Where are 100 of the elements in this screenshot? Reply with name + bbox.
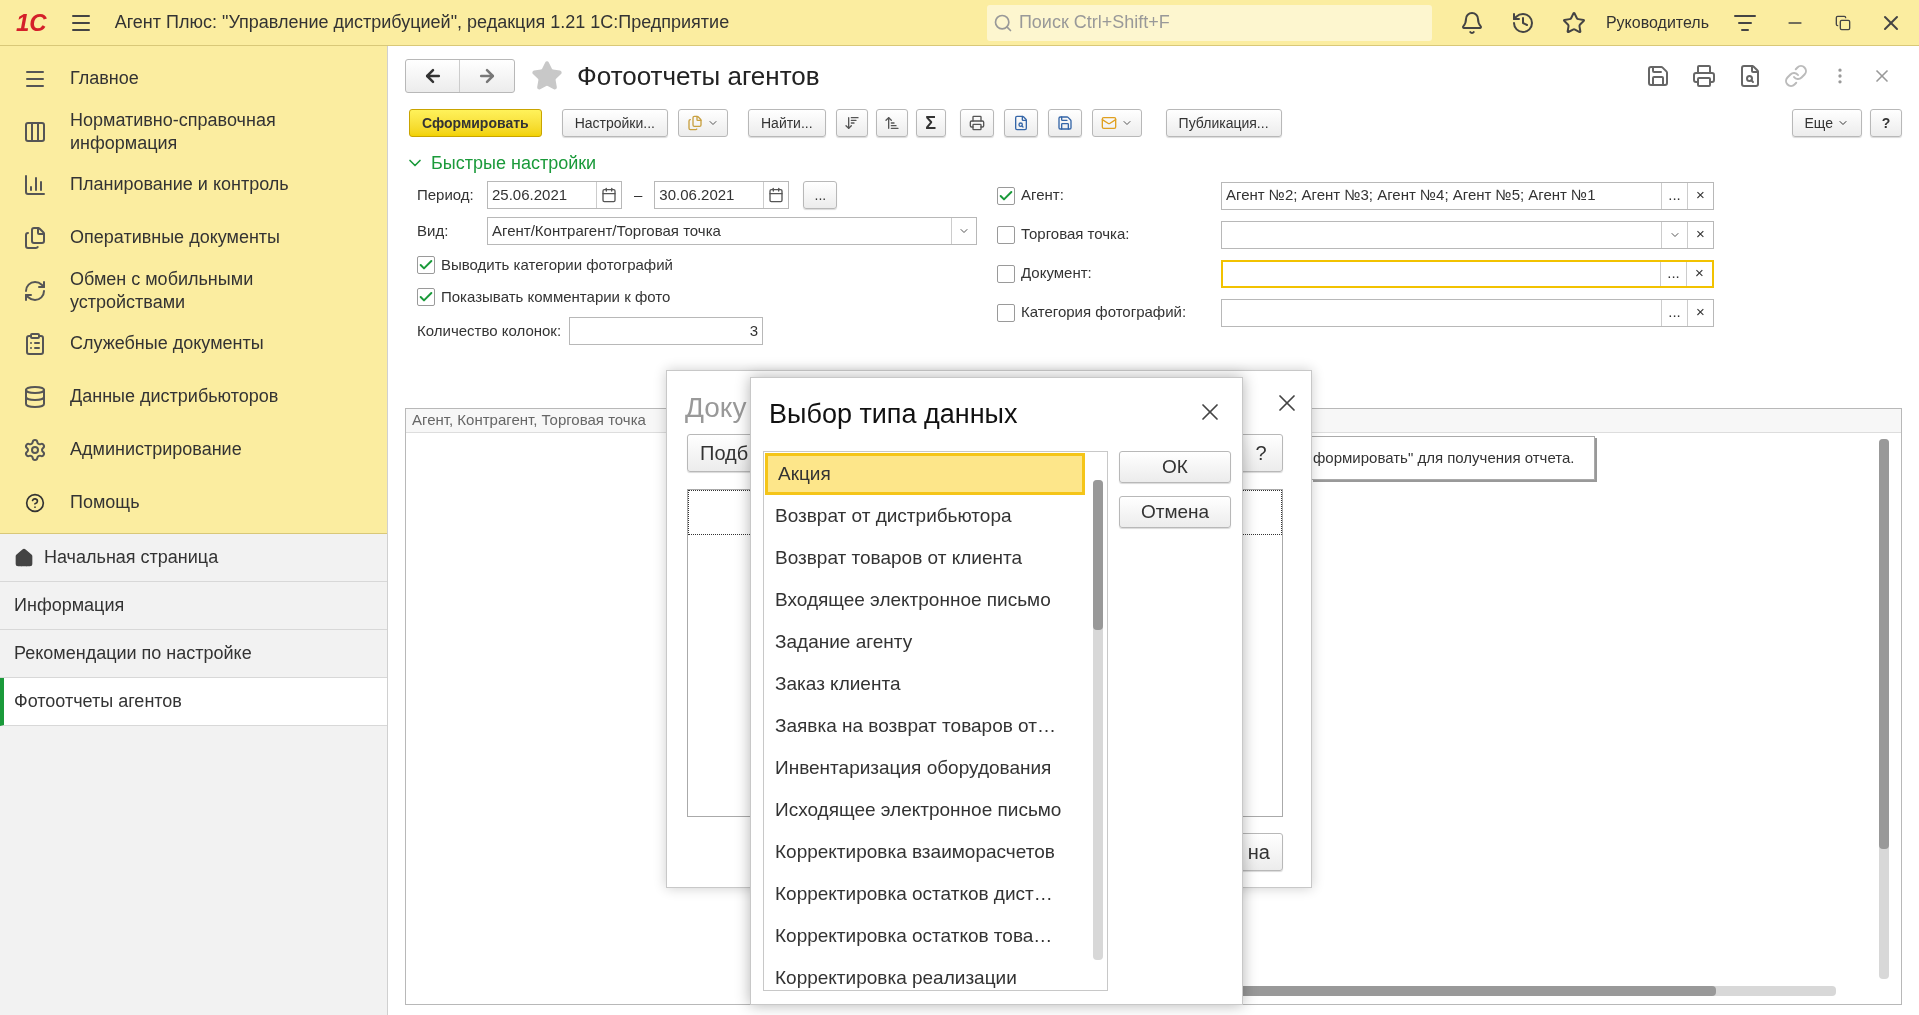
- preview-icon: [1012, 115, 1029, 131]
- toolbar-button[interactable]: Найти...: [748, 109, 826, 137]
- clipboard-icon: [23, 331, 47, 356]
- checkbox-label[interactable]: Агент:: [1021, 184, 1221, 207]
- checkbox[interactable]: [997, 264, 1015, 283]
- type-list-item[interactable]: Заявка на возврат товаров от…: [765, 705, 1085, 747]
- help-button[interactable]: ?: [1870, 109, 1902, 137]
- checkbox-label[interactable]: Категория фотографий:: [1021, 301, 1221, 324]
- section-item[interactable]: Главное: [70, 67, 310, 90]
- section-item[interactable]: Служебные документы: [70, 332, 310, 355]
- settings-icon: [23, 437, 47, 462]
- user-name[interactable]: Руководитель: [1605, 10, 1709, 35]
- filter-field[interactable]: ... ×: [1221, 298, 1714, 327]
- form-title: Фотоотчеты агентов: [577, 59, 820, 93]
- list-scrollbar[interactable]: [1093, 480, 1103, 960]
- choose-button[interactable]: ...: [1661, 299, 1687, 326]
- search-field[interactable]: Поиск Ctrl+Shift+F: [986, 4, 1432, 41]
- choose-button[interactable]: ...: [1660, 261, 1686, 286]
- choose-period-button[interactable]: ...: [803, 181, 838, 209]
- date-field[interactable]: 25.06.2021: [487, 181, 622, 209]
- field-label: Вид:: [417, 220, 450, 241]
- clear-button[interactable]: ×: [1687, 182, 1713, 209]
- type-list-item[interactable]: Акция: [765, 453, 1085, 495]
- clear-button[interactable]: ×: [1687, 299, 1713, 326]
- bell-icon[interactable]: [1459, 10, 1484, 35]
- app-title: Агент Плюс: "Управление дистрибуцией", редакция 1.21 1С:Предприятие: [114, 11, 730, 34]
- type-list-item[interactable]: Корректировка взаиморасчетов: [765, 831, 1085, 873]
- checkbox-label[interactable]: Торговая точка:: [1021, 223, 1221, 246]
- print-icon[interactable]: [1692, 64, 1716, 88]
- bar-chart-icon: [23, 172, 47, 197]
- toolbar-button[interactable]: Публикация...: [1165, 109, 1282, 137]
- restore-icon[interactable]: [1835, 14, 1851, 31]
- calendar-icon[interactable]: [768, 187, 785, 203]
- toolbar-button[interactable]: Настройки...: [561, 109, 668, 137]
- checkbox-label[interactable]: Документ:: [1021, 262, 1221, 285]
- print-button[interactable]: [959, 109, 994, 137]
- save-icon[interactable]: [1646, 64, 1670, 88]
- dialog-title: Доку: [685, 391, 747, 425]
- type-list-item[interactable]: Возврат товаров от клиента: [765, 537, 1085, 579]
- checkbox[interactable]: [997, 186, 1015, 205]
- columns-count-field[interactable]: 3: [569, 317, 764, 345]
- checkbox-label[interactable]: Показывать комментарии к фото: [441, 285, 671, 309]
- section-item[interactable]: Помощь: [70, 491, 310, 514]
- period-separator: –: [634, 184, 643, 205]
- section-item[interactable]: Администрирование: [70, 438, 310, 461]
- cancel-button[interactable]: Отмена: [1119, 496, 1231, 528]
- type-list-item[interactable]: Корректировка остатков дист…: [765, 873, 1085, 915]
- type-list-item[interactable]: Входящее электронное письмо: [765, 579, 1085, 621]
- type-list-item[interactable]: Заказ клиента: [765, 663, 1085, 705]
- favorite-star-icon[interactable]: [531, 60, 563, 92]
- checkbox-label[interactable]: Выводить категории фотографий: [441, 253, 673, 277]
- clear-button[interactable]: ×: [1686, 261, 1712, 286]
- history-icon[interactable]: [1510, 10, 1535, 35]
- type-list-item[interactable]: Инвентаризация оборудования: [765, 747, 1085, 789]
- type-list-item[interactable]: Возврат от дистрибьютора: [765, 495, 1085, 537]
- checkbox[interactable]: [417, 256, 435, 274]
- clear-button[interactable]: ×: [1687, 221, 1713, 248]
- documents-icon: [23, 225, 47, 250]
- choose-button[interactable]: ...: [1661, 182, 1687, 209]
- type-list[interactable]: [763, 451, 1108, 991]
- field-label: Количество колонок:: [417, 320, 562, 341]
- sum-button[interactable]: Σ: [915, 109, 946, 137]
- section-item[interactable]: Планирование и контроль: [70, 173, 310, 196]
- open-page-tab[interactable]: Фотоотчеты агентов: [0, 678, 387, 726]
- type-list-item[interactable]: Корректировка реализации: [765, 957, 1085, 990]
- view-select[interactable]: Агент/Контрагент/Торговая точка: [487, 217, 977, 245]
- sort-descending-button[interactable]: [835, 109, 868, 137]
- filter-field[interactable]: ×: [1221, 220, 1714, 249]
- sort-ascending-button[interactable]: [875, 109, 908, 137]
- help-icon: [25, 492, 45, 513]
- more-button[interactable]: Еще: [1791, 109, 1862, 137]
- field-label: Период:: [417, 184, 475, 205]
- checkbox[interactable]: [997, 303, 1015, 322]
- vertical-scrollbar[interactable]: [1879, 439, 1889, 979]
- preview-button[interactable]: [1003, 109, 1038, 137]
- columns-icon: [23, 119, 47, 144]
- preview-icon[interactable]: [1738, 64, 1762, 88]
- filter-field[interactable]: Агент №2; Агент №3; Агент №4; Агент №5; Агент №1 ... ×: [1221, 181, 1714, 210]
- section-item[interactable]: Оперативные документы: [70, 226, 310, 249]
- date-field[interactable]: 30.06.2021: [654, 181, 790, 209]
- checkbox[interactable]: [997, 225, 1015, 244]
- app-logo: 1С: [16, 7, 47, 38]
- star-icon[interactable]: [1561, 10, 1586, 35]
- quick-settings-title[interactable]: Быстрые настройки: [431, 149, 597, 177]
- section-item[interactable]: Обмен с мобильными устройствами: [70, 267, 310, 314]
- type-list-item[interactable]: Корректировка остатков това…: [765, 915, 1085, 957]
- checkbox[interactable]: [417, 288, 435, 306]
- generate-button[interactable]: Сформировать: [409, 109, 542, 137]
- sort-descending-icon: [843, 115, 860, 131]
- section-item[interactable]: Данные дистрибьюторов: [70, 385, 310, 408]
- calendar-icon[interactable]: [601, 187, 617, 203]
- report-message: формировать" для получения отчета.: [1311, 436, 1596, 480]
- save-button[interactable]: [1047, 109, 1082, 137]
- home-icon: [14, 547, 34, 568]
- type-list-item[interactable]: Исходящее электронное письмо: [765, 789, 1085, 831]
- section-item[interactable]: Нормативно-справочная информация: [70, 108, 310, 155]
- ok-button[interactable]: ОК: [1119, 451, 1231, 483]
- filter-field[interactable]: ... ×: [1221, 259, 1714, 288]
- dialog-title: Выбор типа данных: [769, 398, 1018, 431]
- type-list-item[interactable]: Задание агенту: [765, 621, 1085, 663]
